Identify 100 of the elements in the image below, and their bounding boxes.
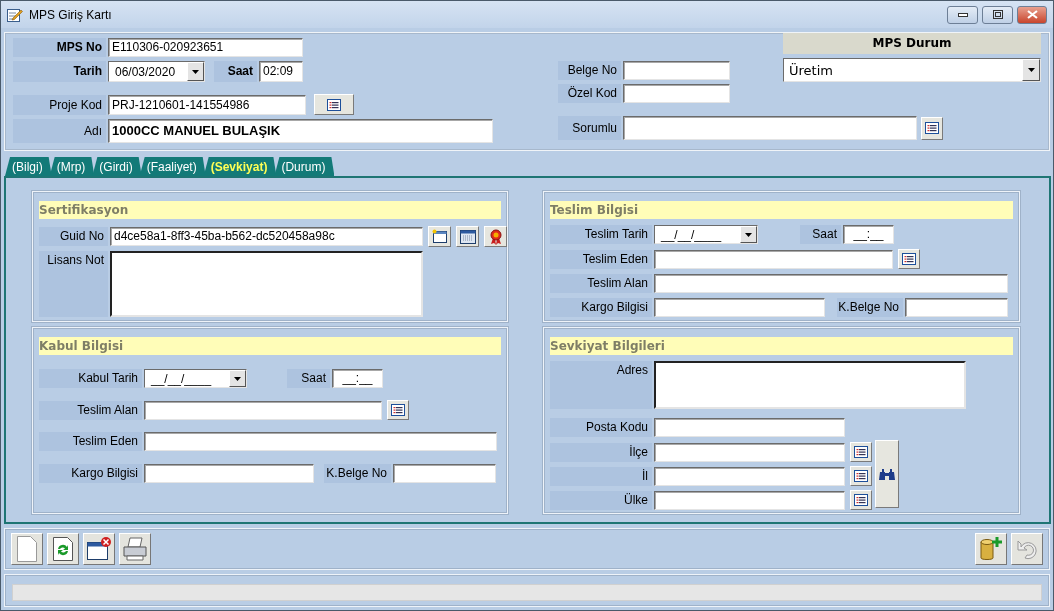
field-label: Teslim Eden <box>39 432 142 451</box>
date-field[interactable]: __/__/____ <box>144 369 247 388</box>
minimize-icon <box>957 12 968 17</box>
input-field[interactable] <box>654 249 893 269</box>
maximize-button[interactable] <box>982 5 1013 24</box>
text-area[interactable] <box>654 361 966 409</box>
input-field[interactable] <box>654 274 1008 293</box>
caret-icon <box>234 376 241 381</box>
dropdown-button[interactable] <box>1022 59 1040 81</box>
field-label: Posta Kodu <box>550 418 652 437</box>
new-button[interactable] <box>11 533 43 565</box>
dropdown-button[interactable] <box>740 226 757 243</box>
input-field[interactable] <box>905 298 1008 317</box>
refresh-button[interactable] <box>47 533 79 565</box>
maximize-icon <box>992 10 1003 19</box>
input-field[interactable] <box>623 116 917 140</box>
caret-icon <box>745 232 752 237</box>
lookup-button[interactable] <box>314 94 354 115</box>
status-title: MPS Durum <box>783 33 1041 54</box>
field-label: İl <box>550 466 652 486</box>
refresh-page-icon <box>53 537 73 561</box>
lookup-button[interactable] <box>850 490 872 510</box>
input-field[interactable]: E110306-020923651 <box>108 38 303 57</box>
text-area[interactable] <box>110 251 423 317</box>
field-label: Adres <box>550 361 652 409</box>
tab[interactable]: (Girdi) <box>92 157 142 176</box>
input-field[interactable]: d4ce58a1-8ff3-45ba-b562-dc520458a98c <box>110 227 423 246</box>
window-title: MPS Giriş Kartı <box>29 7 113 22</box>
date-field[interactable]: __/__/____ <box>654 225 758 244</box>
list-icon <box>854 446 868 458</box>
input-field[interactable]: 1000CC MANUEL BULAŞIK <box>108 119 493 143</box>
undo-button[interactable] <box>1011 533 1043 565</box>
caret-icon <box>1027 68 1035 72</box>
minimize-button[interactable] <box>947 5 978 24</box>
lookup-button[interactable] <box>387 400 409 420</box>
input-field[interactable] <box>623 61 730 80</box>
lookup-button[interactable] <box>850 466 872 486</box>
group-title: Sertifikasyon <box>39 201 501 219</box>
field-label: MPS No <box>13 38 106 57</box>
input-field[interactable] <box>144 464 314 483</box>
input-field[interactable] <box>623 84 730 103</box>
close-icon <box>1026 10 1038 19</box>
blank-page-icon <box>17 536 37 562</box>
input-field[interactable] <box>654 466 845 486</box>
dropdown-button[interactable] <box>229 370 246 387</box>
lookup-button[interactable] <box>921 116 943 140</box>
lookup-button[interactable] <box>850 442 872 462</box>
field-label: Adı <box>13 119 106 143</box>
caret-icon <box>192 69 199 74</box>
tab[interactable]: (Faaliyet) <box>139 157 206 176</box>
close-button[interactable] <box>1017 5 1047 24</box>
field-label: İlçe <box>550 442 652 462</box>
field-label: Sorumlu <box>558 116 621 140</box>
field-label: Lisans Not <box>39 251 108 317</box>
input-field[interactable] <box>654 298 825 317</box>
close-form-button[interactable] <box>83 533 115 565</box>
date-field[interactable]: 06/03/2020 <box>108 61 205 82</box>
field-label: K.Belge No <box>837 298 903 317</box>
input-field[interactable]: PRJ-1210601-141554986 <box>108 94 306 115</box>
tab[interactable]: (Mrp) <box>49 157 95 176</box>
list-icon <box>327 98 341 111</box>
status-select[interactable]: Üretim <box>783 58 1041 82</box>
lookup-button[interactable] <box>898 249 920 269</box>
search-button[interactable] <box>875 440 899 508</box>
input-field[interactable]: __:__ <box>843 225 894 244</box>
dropdown-button[interactable] <box>187 62 204 81</box>
list-icon <box>925 122 939 134</box>
input-field[interactable] <box>654 442 845 462</box>
window-button[interactable] <box>456 226 479 247</box>
input-field[interactable] <box>654 418 845 437</box>
field-label: Saat <box>287 369 330 388</box>
new-window-button[interactable] <box>428 226 451 247</box>
field-label: Kabul Tarih <box>39 369 142 388</box>
group-title: Teslim Bilgisi <box>550 201 1013 219</box>
new-window-icon <box>431 229 448 244</box>
binoculars-icon <box>878 467 896 481</box>
print-button[interactable] <box>119 533 151 565</box>
input-field[interactable] <box>144 432 497 451</box>
award-button[interactable] <box>484 226 507 247</box>
input-field[interactable] <box>144 400 382 420</box>
field-label: K.Belge No <box>324 464 391 483</box>
award-ribbon-icon <box>488 228 503 245</box>
form-edit-icon <box>7 7 23 22</box>
group-title: Kabul Bilgisi <box>39 337 501 355</box>
field-label: Saat <box>214 61 257 82</box>
field-label: Teslim Eden <box>550 249 652 269</box>
field-label: Proje Kod <box>13 94 106 115</box>
add-database-button[interactable] <box>975 533 1007 565</box>
tab[interactable]: (Durum) <box>274 157 335 176</box>
window-close-icon <box>86 537 112 561</box>
tab[interactable]: (Sevkiyat) <box>203 157 277 176</box>
input-field[interactable] <box>654 490 845 510</box>
list-icon <box>902 253 916 265</box>
tab[interactable]: (Bilgi) <box>5 157 52 176</box>
field-label: Kargo Bilgisi <box>39 464 142 483</box>
printer-icon <box>122 537 148 561</box>
input-field[interactable] <box>393 464 496 483</box>
input-field[interactable]: 02:09 <box>259 61 303 82</box>
field-label: Tarih <box>13 61 106 82</box>
input-field[interactable]: __:__ <box>332 369 383 388</box>
